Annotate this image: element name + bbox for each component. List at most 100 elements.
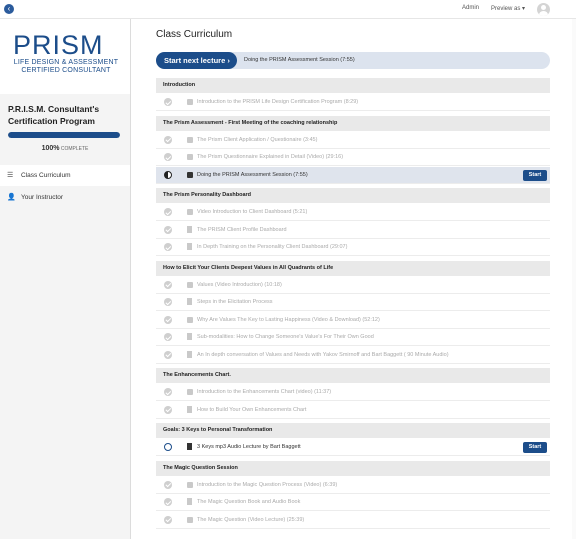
lecture-row[interactable]: Video Introduction to Client Dashboard (… bbox=[156, 204, 550, 221]
completed-check-icon bbox=[164, 315, 172, 324]
lecture-title[interactable]: The Magic Question (Video Lecture) (25:3… bbox=[197, 517, 304, 523]
main-content: Class Curriculum Start next lecture › Do… bbox=[131, 19, 576, 539]
logo-line-2: CERTIFIED CONSULTANT bbox=[21, 67, 111, 74]
lecture-title[interactable]: The Magic Question Book and Audio Book bbox=[197, 499, 300, 505]
lecture-title[interactable]: Video Introduction to Client Dashboard (… bbox=[197, 209, 307, 215]
lecture-title[interactable]: Introduction to the PRISM Life Design Ce… bbox=[197, 99, 358, 105]
page-title: Class Curriculum bbox=[156, 29, 233, 40]
document-icon bbox=[187, 443, 192, 450]
video-icon bbox=[187, 281, 193, 288]
lecture-row[interactable]: Why Are Values The Key to Lasting Happin… bbox=[156, 311, 550, 329]
sidebar: PRISM LIFE DESIGN & ASSESSMENT CERTIFIED… bbox=[0, 19, 131, 539]
video-icon bbox=[187, 209, 193, 215]
video-icon bbox=[187, 171, 193, 178]
avatar[interactable] bbox=[537, 3, 550, 16]
video-icon bbox=[187, 389, 193, 395]
lecture-title[interactable]: Values (Video Introduction) (10:18) bbox=[197, 282, 282, 288]
lecture-title[interactable]: How to Build Your Own Enhancements Chart bbox=[197, 407, 306, 413]
preview-as-dropdown[interactable]: Preview as ▾ bbox=[491, 5, 525, 12]
section-header: The Magic Question Session bbox=[156, 460, 550, 476]
start-lecture-button[interactable]: Start bbox=[523, 442, 547, 453]
completed-check-icon bbox=[164, 515, 172, 524]
curriculum-icon: ☰ bbox=[7, 172, 14, 179]
section-header: Introduction bbox=[156, 78, 550, 93]
admin-link[interactable]: Admin bbox=[462, 5, 479, 11]
lecture-row[interactable]: Introduction to the PRISM Life Design Ce… bbox=[156, 94, 550, 111]
in-progress-icon bbox=[164, 170, 172, 179]
lecture-row[interactable]: The PRISM Client Profile Dashboard bbox=[156, 221, 550, 239]
lecture-row[interactable]: The Magic Question (Video Lecture) (25:3… bbox=[156, 511, 550, 529]
document-icon bbox=[187, 498, 192, 505]
progress-suffix: COMPLETE bbox=[60, 146, 89, 152]
lecture-row[interactable]: The Magic Question Book and Audio Book bbox=[156, 494, 550, 511]
completed-check-icon bbox=[164, 153, 172, 161]
progress-percent: 100% bbox=[41, 145, 60, 152]
lecture-row[interactable]: Values (Video Introduction) (10:18) bbox=[156, 276, 550, 294]
lecture-title[interactable]: Steps in the Elicitation Process bbox=[197, 299, 273, 305]
top-bar: ‹ Admin Preview as ▾ bbox=[0, 0, 576, 19]
document-icon bbox=[187, 298, 192, 305]
next-lecture-bar: Start next lecture › Doing the PRISM Ass… bbox=[156, 52, 550, 69]
completed-check-icon bbox=[164, 243, 172, 251]
document-icon bbox=[187, 350, 192, 358]
nav-class-curriculum[interactable]: ☰ Class Curriculum bbox=[0, 165, 130, 186]
document-icon bbox=[187, 333, 192, 340]
video-icon bbox=[187, 136, 193, 143]
completed-check-icon bbox=[164, 208, 172, 216]
lecture-title[interactable]: An In depth conversation of Values and N… bbox=[197, 352, 449, 358]
scrollbar[interactable] bbox=[572, 19, 576, 539]
completed-check-icon bbox=[164, 350, 172, 359]
section-header: Goals: 3 Keys to Personal Transformation bbox=[156, 423, 550, 438]
document-icon bbox=[187, 405, 192, 413]
video-icon bbox=[187, 99, 193, 105]
video-icon bbox=[187, 516, 193, 523]
lecture-title[interactable]: 3 Keys mp3 Audio Lecture by Bart Baggett bbox=[197, 444, 301, 450]
lecture-row[interactable]: Doing the PRISM Assessment Session (7:55… bbox=[156, 166, 550, 184]
lecture-row[interactable]: An In depth conversation of Values and N… bbox=[156, 346, 550, 364]
nav-label: Your Instructor bbox=[21, 194, 64, 201]
completed-check-icon bbox=[164, 388, 172, 396]
lecture-title[interactable]: The Prism Questionnaire Explained in Det… bbox=[197, 154, 343, 160]
lecture-row[interactable]: Introduction to the Magic Question Proce… bbox=[156, 476, 550, 494]
completed-check-icon bbox=[164, 135, 172, 144]
video-icon bbox=[187, 481, 193, 488]
lecture-title[interactable]: The Prism Client Application / Questiona… bbox=[197, 137, 317, 143]
start-next-lecture-button[interactable]: Start next lecture › bbox=[156, 52, 237, 69]
lecture-row[interactable]: 3 Keys mp3 Audio Lecture by Bart Baggett… bbox=[156, 439, 550, 456]
lecture-row[interactable]: In Depth Training on the Personality Cli… bbox=[156, 239, 550, 256]
lecture-title[interactable]: The PRISM Client Profile Dashboard bbox=[197, 227, 287, 233]
section-header: The Prism Assessment - First Meeting of … bbox=[156, 115, 550, 131]
lecture-title[interactable]: In Depth Training on the Personality Cli… bbox=[197, 244, 347, 250]
completed-check-icon bbox=[164, 333, 172, 341]
completed-check-icon bbox=[164, 405, 172, 414]
lecture-row[interactable]: The Prism Questionnaire Explained in Det… bbox=[156, 149, 550, 166]
progress-label: 100% COMPLETE bbox=[0, 145, 130, 152]
document-icon bbox=[187, 225, 192, 233]
completed-check-icon bbox=[164, 225, 172, 234]
progress-fill bbox=[8, 132, 120, 138]
incomplete-circle-icon bbox=[164, 443, 172, 451]
lecture-title[interactable]: Why Are Values The Key to Lasting Happin… bbox=[197, 317, 380, 323]
nav-label: Class Curriculum bbox=[21, 172, 71, 179]
chevron-left-icon[interactable]: ‹ bbox=[4, 4, 14, 14]
completed-check-icon bbox=[164, 280, 172, 289]
lecture-title[interactable]: Doing the PRISM Assessment Session (7:55… bbox=[197, 172, 308, 178]
start-lecture-button[interactable]: Start bbox=[523, 169, 547, 181]
lecture-row[interactable]: How to Build Your Own Enhancements Chart bbox=[156, 401, 550, 419]
nav-your-instructor[interactable]: 👤 Your Instructor bbox=[0, 187, 130, 208]
lecture-row[interactable]: Introduction to the Enhancements Chart (… bbox=[156, 384, 550, 401]
completed-check-icon bbox=[164, 498, 172, 506]
lecture-row[interactable]: Steps in the Elicitation Process bbox=[156, 294, 550, 311]
video-icon bbox=[187, 154, 193, 160]
document-icon bbox=[187, 243, 192, 250]
course-logo: PRISM LIFE DESIGN & ASSESSMENT CERTIFIED… bbox=[0, 19, 130, 94]
next-lecture-title[interactable]: Doing the PRISM Assessment Session (7:55… bbox=[244, 57, 355, 63]
logo-brand: PRISM bbox=[13, 30, 104, 60]
progress-bar bbox=[8, 132, 120, 138]
lecture-row[interactable]: Sub-modalities: How to Change Someone's … bbox=[156, 329, 550, 346]
logo-line-1: LIFE DESIGN & ASSESSMENT bbox=[13, 59, 119, 66]
lecture-title[interactable]: Sub-modalities: How to Change Someone's … bbox=[197, 334, 374, 340]
lecture-row[interactable]: The Prism Client Application / Questiona… bbox=[156, 131, 550, 149]
lecture-title[interactable]: Introduction to the Enhancements Chart (… bbox=[197, 389, 331, 395]
lecture-title[interactable]: Introduction to the Magic Question Proce… bbox=[197, 482, 337, 488]
